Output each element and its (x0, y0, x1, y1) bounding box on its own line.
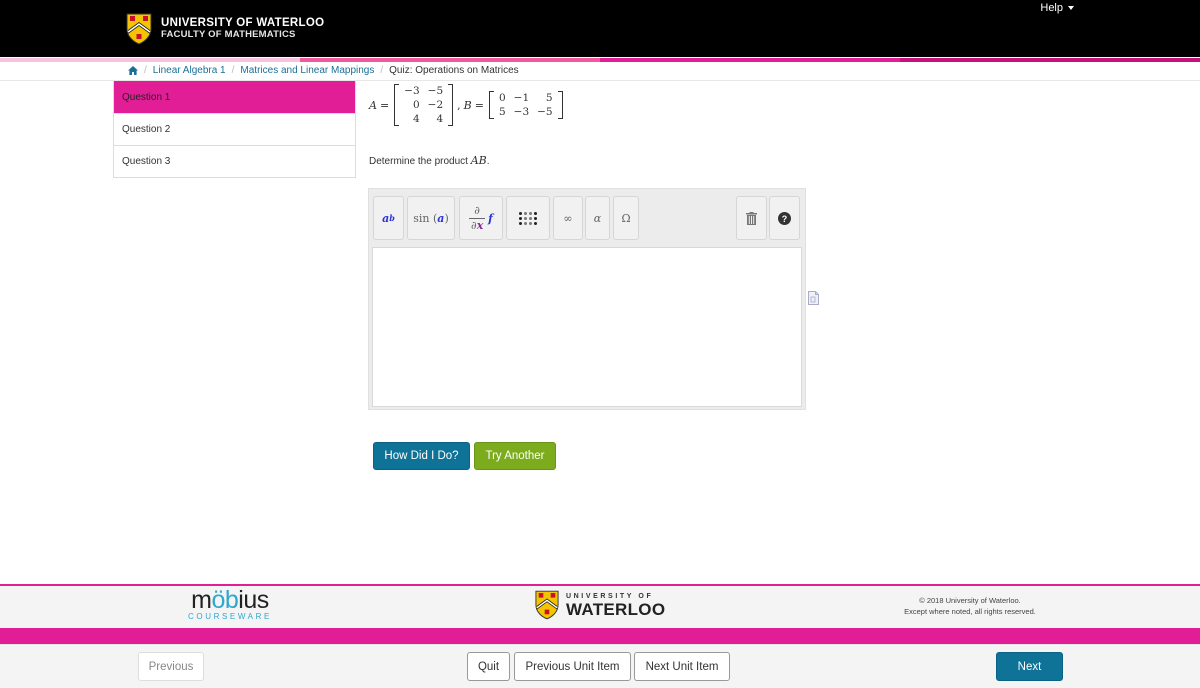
how-did-i-do-button[interactable]: How Did I Do? (373, 442, 470, 470)
math-editor: ab sin (a) ∂ ∂x f ∞ α Ω ? (368, 188, 806, 410)
help-dropdown[interactable]: Help (1040, 2, 1074, 14)
matrix-grid-icon (519, 211, 537, 225)
next-button[interactable]: Next (996, 652, 1063, 681)
function-arg: a (437, 211, 445, 225)
trash-icon (746, 211, 757, 225)
document-icon[interactable] (808, 291, 819, 305)
answer-input[interactable] (372, 247, 802, 407)
stripe-segment (300, 58, 600, 62)
function-button[interactable]: sin (a) (407, 196, 455, 240)
prompt-text: Determine the product (369, 156, 471, 167)
question-item-1[interactable]: Question 1 (114, 81, 355, 113)
breadcrumb-separator: / (380, 65, 384, 76)
matrix-b: 0 −1 5 5 −3 −5 (488, 91, 563, 119)
home-icon[interactable] (128, 66, 138, 75)
matrix-cell: −2 (427, 99, 444, 111)
matrix-button[interactable] (506, 196, 550, 240)
editor-toolbar: ab sin (a) ∂ ∂x f ∞ α Ω ? (369, 189, 805, 245)
matrix-definition: A = −3 −5 0 −2 4 4 , B = 0 −1 5 5 −3 −5 (369, 84, 565, 126)
power-exponent: b (389, 213, 395, 223)
uw-footer-logo[interactable]: UNIVERSITY OF WATERLOO (535, 590, 665, 620)
stripe-segment (900, 58, 1200, 62)
breadcrumb: / Linear Algebra 1 / Matrices and Linear… (128, 65, 519, 76)
equals-sign: = (474, 98, 484, 112)
caret-down-icon (1068, 6, 1074, 10)
quit-button[interactable]: Quit (467, 652, 510, 681)
matrix-cell: −5 (537, 106, 553, 118)
previous-unit-item-button[interactable]: Previous Unit Item (514, 652, 631, 681)
matrix-cell: 0 (412, 99, 420, 111)
clear-button[interactable] (736, 196, 767, 240)
uw-math-logo[interactable]: UNIVERSITY OF WATERLOO FACULTY OF MATHEM… (126, 13, 324, 45)
prompt-end: . (486, 156, 490, 167)
mobius-logo[interactable]: möbius COURSEWARE (188, 588, 272, 622)
top-header: UNIVERSITY OF WATERLOO FACULTY OF MATHEM… (0, 0, 1200, 57)
omega-icon: Ω (621, 211, 631, 225)
derivative-var: x (476, 218, 484, 232)
matrix-b-label: B (463, 98, 472, 112)
question-item-2[interactable]: Question 2 (114, 113, 355, 145)
previous-button[interactable]: Previous (138, 652, 204, 681)
uw-shield-icon (535, 590, 559, 620)
breadcrumb-current: Quiz: Operations on Matrices (389, 65, 519, 76)
derivative-f: f (488, 211, 493, 225)
copyright: © 2018 University of Waterloo. Except wh… (880, 595, 1060, 617)
derivative-button[interactable]: ∂ ∂x f (459, 196, 503, 240)
question-prompt: Determine the product AB. (369, 154, 490, 167)
equals-sign: = (379, 98, 390, 112)
function-name: sin (413, 211, 430, 225)
footer-pink-band (0, 628, 1200, 644)
university-name: UNIVERSITY OF WATERLOO (161, 17, 325, 29)
help-button[interactable]: ? (769, 196, 800, 240)
comma: , (457, 98, 461, 112)
prompt-math: AB (470, 154, 487, 167)
matrix-cell: −5 (427, 85, 444, 97)
uw-footer-big: WATERLOO (566, 600, 666, 619)
faculty-name: FACULTY OF MATHEMATICS (161, 29, 296, 40)
breadcrumb-link-unit[interactable]: Matrices and Linear Mappings (240, 65, 374, 76)
power-button[interactable]: ab (373, 196, 404, 240)
matrix-a-label: A (369, 98, 377, 112)
question-list: Question 1 Question 2 Question 3 (113, 81, 356, 178)
matrix-cell: −1 (513, 92, 530, 104)
breadcrumb-separator: / (144, 65, 147, 76)
matrix-cell: −3 (404, 85, 420, 97)
breadcrumb-link-course[interactable]: Linear Algebra 1 (153, 65, 226, 76)
symbols-button[interactable]: Ω (613, 196, 639, 240)
question-circle-icon: ? (778, 211, 791, 225)
svg-text:?: ? (782, 214, 788, 224)
matrix-cell: 5 (545, 92, 553, 104)
uw-shield-icon (126, 13, 152, 45)
derivative-num: ∂ (474, 203, 480, 217)
infinity-icon: ∞ (563, 211, 573, 225)
copyright-line-2: Except where noted, all rights reserved. (904, 607, 1036, 616)
help-label: Help (1040, 2, 1063, 14)
stripe-segment (600, 58, 900, 62)
mobius-wordmark: möbius (191, 586, 269, 614)
matrix-cell: 0 (498, 92, 506, 104)
matrix-a: −3 −5 0 −2 4 4 (394, 84, 454, 126)
matrix-cell: −3 (513, 106, 530, 118)
greek-button[interactable]: α (585, 196, 610, 240)
color-stripe (0, 58, 1200, 62)
try-another-button[interactable]: Try Another (474, 442, 556, 470)
stripe-segment (0, 58, 300, 62)
next-unit-item-button[interactable]: Next Unit Item (634, 652, 730, 681)
mobius-subtitle: COURSEWARE (188, 612, 272, 621)
copyright-line-1: © 2018 University of Waterloo. (919, 596, 1021, 605)
breadcrumb-separator: / (231, 65, 235, 76)
question-item-3[interactable]: Question 3 (114, 145, 355, 177)
power-base: a (382, 211, 390, 225)
infinity-button[interactable]: ∞ (553, 196, 583, 240)
alpha-icon: α (593, 211, 602, 225)
matrix-cell: 5 (498, 106, 506, 118)
matrix-cell: 4 (436, 113, 444, 125)
matrix-cell: 4 (412, 113, 420, 125)
